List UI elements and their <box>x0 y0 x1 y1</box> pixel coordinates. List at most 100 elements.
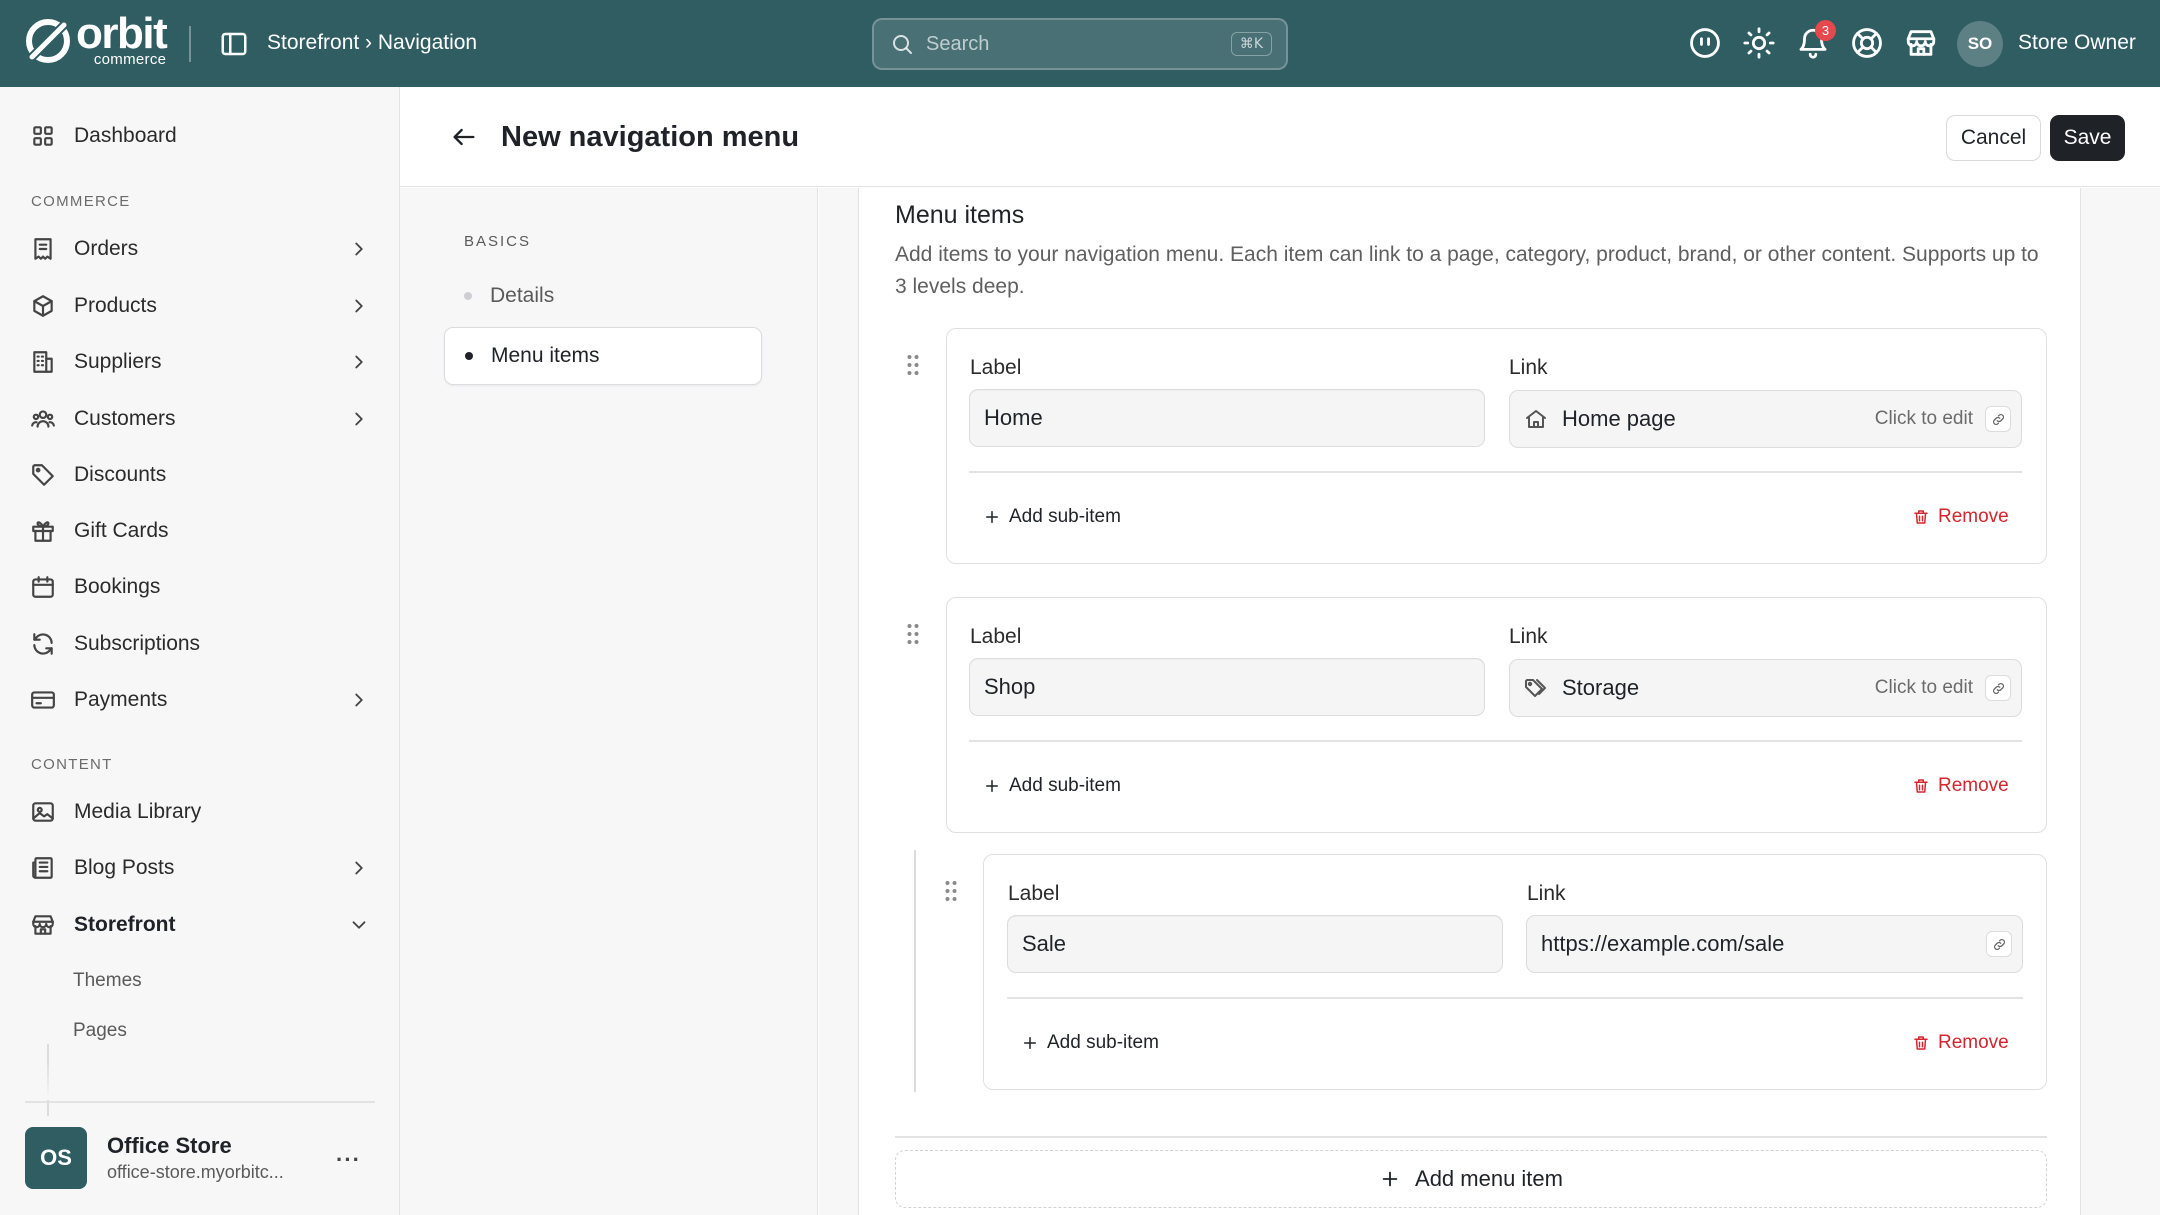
sidebar-item-storefront[interactable]: Storefront <box>30 905 370 945</box>
label-field-label: Label <box>1008 882 1060 905</box>
store-domain: office-store.myorbitc... <box>107 1162 284 1182</box>
notification-badge: 3 <box>1815 20 1836 41</box>
sidebar-item-orders[interactable]: Orders <box>30 229 370 269</box>
section-description: Add items to your navigation menu. Each … <box>895 243 2039 298</box>
card-icon <box>31 691 55 709</box>
section-nav-title: BASICS <box>464 233 532 250</box>
chevron-right-icon <box>355 299 363 313</box>
sidebar-item-label: Blog Posts <box>74 856 175 879</box>
sidebar-item-label: Suppliers <box>74 350 162 373</box>
storefront-icon <box>32 915 54 935</box>
link-field-label: Link <box>1527 882 1566 905</box>
section-nav-menu-items[interactable]: Menu items <box>444 327 762 385</box>
click-to-edit-hint: Click to edit <box>1874 677 1973 698</box>
add-sub-item-button[interactable]: Add sub-item <box>1021 1032 1159 1054</box>
section-dot <box>464 292 472 300</box>
more-options-icon[interactable]: ··· <box>336 1147 361 1173</box>
label-input[interactable]: Sale <box>1007 915 1503 973</box>
toggle-sidebar-icon[interactable] <box>219 29 249 59</box>
sidebar-item-discounts[interactable]: Discounts <box>30 455 370 495</box>
add-menu-item-label: Add menu item <box>1415 1166 1563 1191</box>
sidebar-item-subscriptions[interactable]: Subscriptions <box>30 624 370 664</box>
sidebar-item-payments[interactable]: Payments <box>30 680 370 720</box>
plus-icon <box>1382 1171 1398 1187</box>
back-arrow-icon[interactable] <box>450 123 478 151</box>
chevron-down-icon <box>352 921 366 929</box>
add-sub-item-button[interactable]: Add sub-item <box>983 506 1121 528</box>
box-icon <box>33 295 53 317</box>
sidebar-item-media-library[interactable]: Media Library <box>30 792 370 832</box>
user-name[interactable]: Store Owner <box>2018 31 2136 55</box>
ai-assistant-icon[interactable] <box>1688 26 1722 60</box>
orders-icon <box>34 238 52 260</box>
sidebar-subitem-pages[interactable]: Pages <box>73 1020 127 1042</box>
sidebar-item-label: Customers <box>74 407 176 430</box>
tag-icon <box>32 464 54 486</box>
remove-label: Remove <box>1938 1032 2009 1053</box>
sidebar-item-label: Bookings <box>74 575 161 598</box>
sidebar-item-products[interactable]: Products <box>30 286 370 326</box>
plus-icon <box>986 780 998 792</box>
cancel-button[interactable]: Cancel <box>1946 115 2041 161</box>
sidebar-subitem-themes[interactable]: Themes <box>73 970 142 992</box>
link-url-input[interactable]: https://example.com/sale <box>1526 915 2023 973</box>
logo[interactable]: orbit commerce <box>24 12 168 68</box>
user-avatar[interactable]: SO <box>1957 21 2003 67</box>
link-icon[interactable] <box>1985 406 2011 432</box>
sidebar-item-blog-posts[interactable]: Blog Posts <box>30 848 370 888</box>
drag-handle-icon[interactable] <box>906 623 920 645</box>
remove-label: Remove <box>1938 506 2009 527</box>
search-icon <box>893 35 912 54</box>
sidebar-item-customers[interactable]: Customers <box>30 399 370 439</box>
add-sub-item-label: Add sub-item <box>1047 1032 1159 1053</box>
section-nav-details[interactable]: Details <box>444 267 762 325</box>
section-nav-label: Details <box>490 284 555 307</box>
search-input[interactable]: Search ⌘K <box>872 18 1288 70</box>
sidebar-item-gift-cards[interactable]: Gift Cards <box>30 511 370 551</box>
save-button[interactable]: Save <box>2050 115 2125 161</box>
orbit-logo-icon <box>26 19 70 63</box>
link-icon[interactable] <box>1986 931 2012 957</box>
store-avatar[interactable]: OS <box>25 1127 87 1189</box>
add-sub-item-button[interactable]: Add sub-item <box>983 775 1121 797</box>
drag-handle-icon[interactable] <box>906 354 920 376</box>
add-sub-item-label: Add sub-item <box>1009 506 1121 527</box>
remove-button[interactable]: Remove <box>1912 775 2009 797</box>
store-name[interactable]: Office Store <box>107 1133 232 1159</box>
sidebar-item-label: Payments <box>74 688 168 711</box>
search-placeholder: Search <box>926 32 990 55</box>
link-picker[interactable]: Home page Click to edit <box>1509 390 2022 448</box>
link-picker[interactable]: Storage Click to edit <box>1509 659 2022 717</box>
plus-icon <box>1024 1037 1036 1049</box>
bell-icon[interactable]: 3 <box>1796 20 1836 60</box>
chevron-right-icon <box>355 242 363 256</box>
click-to-edit-hint: Click to edit <box>1874 408 1973 429</box>
sidebar-item-label: Storefront <box>74 913 176 936</box>
item-divider <box>969 740 2022 742</box>
breadcrumb[interactable]: Storefront › Navigation <box>267 31 477 55</box>
remove-button[interactable]: Remove <box>1912 1032 2009 1054</box>
drag-handle-icon[interactable] <box>944 880 958 902</box>
sidebar-section-commerce: COMMERCE <box>31 193 131 210</box>
label-input[interactable]: Shop <box>969 658 1485 716</box>
help-icon[interactable] <box>1850 26 1884 60</box>
top-bar: orbit commerce Storefront › Navigation S… <box>0 0 2160 87</box>
label-field-label: Label <box>970 625 1022 648</box>
label-input[interactable]: Home <box>969 389 1485 447</box>
store-icon[interactable] <box>1904 26 1938 60</box>
sidebar-item-suppliers[interactable]: Suppliers <box>30 342 370 382</box>
theme-icon[interactable] <box>1742 26 1776 60</box>
add-sub-item-label: Add sub-item <box>1009 775 1121 796</box>
link-icon[interactable] <box>1985 675 2011 701</box>
add-menu-item-button[interactable]: Add menu item <box>895 1150 2047 1208</box>
newspaper-icon <box>32 857 53 879</box>
page-title: New navigation menu <box>501 121 800 153</box>
remove-button[interactable]: Remove <box>1912 506 2009 528</box>
sidebar-item-dashboard[interactable]: Dashboard <box>30 116 370 156</box>
sidebar-item-label: Dashboard <box>74 124 177 147</box>
chevron-right-icon <box>355 861 363 875</box>
sidebar-item-bookings[interactable]: Bookings <box>30 567 370 607</box>
tags-icon <box>1525 679 1546 697</box>
chevron-right-icon <box>355 412 363 426</box>
link-field-label: Link <box>1509 625 1548 648</box>
